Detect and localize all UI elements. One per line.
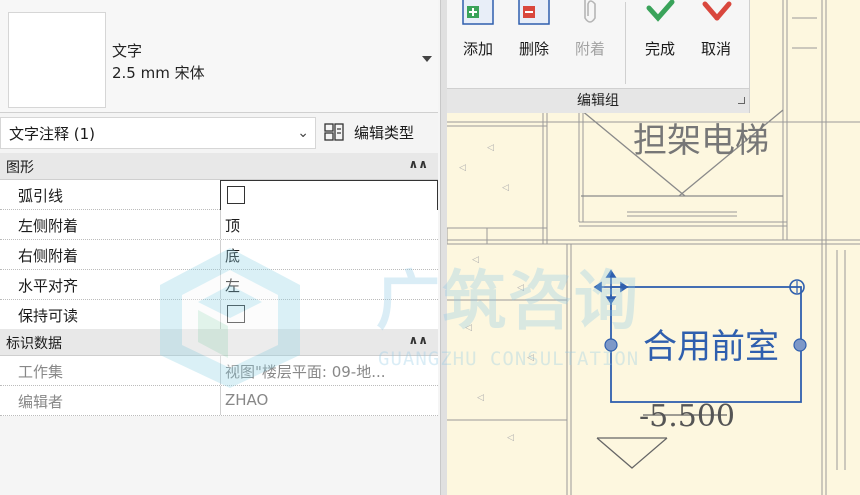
type-name: 文字 2.5 mm 宋体 [112,40,205,84]
cancel-label: 取消 [700,40,731,58]
prop-value-cell[interactable]: 左 [220,270,437,299]
type-value-label: 2.5 mm 宋体 [112,64,205,82]
collapse-icon[interactable]: ∧∧ [409,157,429,171]
prop-name: 编辑者 [18,393,64,411]
prop-row-left-attach: 左侧附着 顶 [0,210,438,240]
edit-type-label: 编辑类型 [354,124,415,142]
attach-icon [584,0,596,23]
prop-value-cell[interactable]: 底 [220,240,437,269]
dropdown-arrow-icon[interactable] [422,56,432,62]
svg-text:◁: ◁ [465,323,472,333]
prop-row-edited-by: 编辑者 ZHAO [0,386,438,416]
prop-name: 弧引线 [18,187,64,205]
prop-value-cell[interactable] [220,180,438,211]
add-label: 添加 [462,40,493,58]
instance-filter-row: 文字注释 (1) ⌄ 编辑类型 [0,113,438,153]
elevator-label: 担架电梯 [633,121,769,161]
prop-value: ZHAO [225,391,269,409]
svg-text:◁: ◁ [477,393,484,403]
edit-type-icon [324,123,344,141]
svg-text:◁: ◁ [459,163,466,173]
svg-text:◁: ◁ [517,283,524,293]
text-note[interactable]: 合用前室 [643,327,779,367]
panel-title-label: 编辑组 [577,93,619,109]
prop-value: 左 [225,277,241,295]
move-icon[interactable] [593,269,629,305]
finish-button[interactable]: 完成 [633,0,687,90]
edit-group-ribbon-panel: 添加 删除 附着 完成 取消 编辑组 [447,0,750,113]
type-preview-thumbnail [8,12,106,108]
group-title-graphics: 图形 [6,160,34,176]
keep-readable-checkbox[interactable] [227,305,245,323]
properties-palette: 文字 2.5 mm 宋体 文字注释 (1) ⌄ 编辑类型 图形 ∧∧ 弧引线 左… [0,0,440,495]
prop-row-arc-leader: 弧引线 [0,180,438,211]
prop-name: 左侧附着 [18,217,79,235]
prop-name: 水平对齐 [18,277,79,295]
ribbon-separator [625,2,626,84]
prop-name: 右侧附着 [18,247,79,265]
prop-value-cell: ZHAO [220,386,437,415]
remove-icon [518,0,550,25]
group-header-graphics[interactable]: 图形 ∧∧ [0,153,438,180]
prop-value-cell[interactable]: 顶 [220,210,437,239]
prop-value-cell[interactable] [220,300,437,329]
svg-text:◁: ◁ [507,433,514,443]
collapse-icon[interactable]: ∧∧ [409,333,429,347]
right-drag-handle-icon[interactable] [793,338,807,352]
prop-value: 底 [225,247,241,265]
group-header-identity-data[interactable]: 标识数据 ∧∧ [0,329,438,356]
edit-type-button[interactable]: 编辑类型 [320,117,436,147]
add-button[interactable]: 添加 [451,0,505,90]
prop-row-keep-readable: 保持可读 [0,300,438,330]
left-drag-handle-icon[interactable] [604,338,618,352]
prop-value: 视图"楼层平面: 09-地... [225,363,386,381]
remove-button[interactable]: 删除 [507,0,561,90]
prop-value-cell: 视图"楼层平面: 09-地... [220,356,437,385]
panel-launcher-icon[interactable] [738,97,745,104]
svg-text:◁: ◁ [527,353,534,363]
remove-label: 删除 [518,40,549,58]
prop-name: 保持可读 [18,307,79,325]
type-family-label: 文字 [112,42,143,60]
chevron-down-icon: ⌄ [297,125,309,141]
svg-text:◁: ◁ [487,143,494,153]
finish-label: 完成 [644,40,675,58]
type-selector[interactable]: 文字 2.5 mm 宋体 [0,0,438,113]
attach-button: 附着 [563,0,617,90]
instance-filter-select[interactable]: 文字注释 (1) ⌄ [0,117,316,149]
prop-row-workset: 工作集 视图"楼层平面: 09-地... [0,356,438,386]
attach-label: 附着 [574,40,605,58]
svg-text:◁: ◁ [472,255,479,265]
panel-title: 编辑组 [447,88,749,113]
level-value: -5.500 [639,399,735,434]
cancel-button[interactable]: 取消 [689,0,743,90]
arc-leader-checkbox[interactable] [227,186,245,204]
instance-filter-label: 文字注释 (1) [9,125,96,143]
check-icon [646,0,675,22]
prop-value: 顶 [225,217,241,235]
close-icon [702,1,732,21]
svg-text:◁: ◁ [502,183,509,193]
prop-row-right-attach: 右侧附着 底 [0,240,438,270]
prop-row-horizontal-align: 水平对齐 左 [0,270,438,300]
add-icon [462,0,494,25]
prop-name: 工作集 [18,363,64,381]
group-title-identity: 标识数据 [6,336,62,352]
